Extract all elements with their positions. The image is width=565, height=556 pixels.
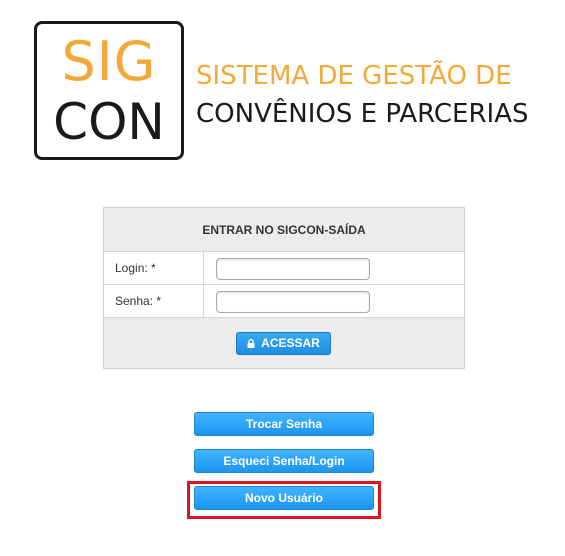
- esqueci-senha-button[interactable]: Esqueci Senha/Login: [194, 449, 374, 473]
- trocar-senha-button[interactable]: Trocar Senha: [194, 412, 374, 436]
- login-panel-footer: ACESSAR: [104, 318, 464, 368]
- logo-mark-top: SIG: [61, 30, 157, 93]
- senha-label: Senha: *: [104, 285, 204, 317]
- logo-mark-bottom: CON: [53, 93, 165, 151]
- novo-usuario-button[interactable]: Novo Usuário: [194, 486, 374, 510]
- acessar-button[interactable]: ACESSAR: [236, 332, 331, 355]
- login-label: Login: *: [104, 252, 204, 284]
- logo-tagline-line1: SISTEMA DE GESTÃO DE: [196, 61, 512, 91]
- senha-input[interactable]: [216, 291, 370, 313]
- logo-tagline-line2: CONVÊNIOS E PARCERIAS: [196, 99, 529, 129]
- login-panel-title: ENTRAR NO SIGCON-SAÍDA: [104, 208, 464, 252]
- login-input[interactable]: [216, 258, 370, 280]
- login-panel: ENTRAR NO SIGCON-SAÍDA Login: * Senha: *…: [103, 207, 465, 369]
- lock-icon: [247, 339, 255, 348]
- login-row: Login: *: [104, 252, 464, 285]
- acessar-button-label: ACESSAR: [261, 336, 320, 350]
- senha-row: Senha: *: [104, 285, 464, 318]
- logo-mark: SIG CON: [34, 21, 184, 160]
